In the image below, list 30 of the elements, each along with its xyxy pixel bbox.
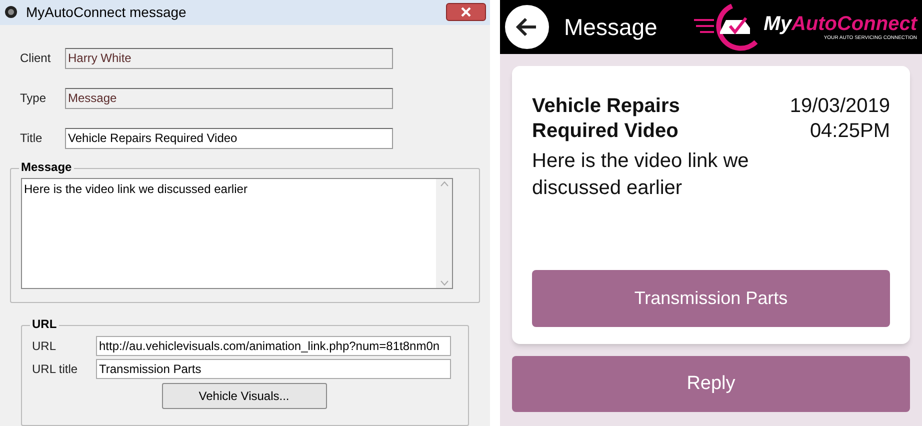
field-label: Type	[20, 90, 48, 108]
field-label: Title	[20, 130, 44, 148]
logo-text: MyAutoConnect	[764, 14, 917, 34]
group-label: Message	[19, 160, 74, 173]
window-title: MyAutoConnect message	[26, 2, 186, 22]
field-label: URL	[32, 338, 58, 356]
group-label: URL	[30, 318, 59, 330]
field-label: Client	[20, 50, 52, 68]
time-text: 04:25PM	[810, 119, 890, 144]
scroll-up-icon[interactable]	[440, 180, 448, 187]
text-field[interactable]: http://au.vehiclevisuals.com/animation_link.php?num=81t8nm0n	[96, 336, 451, 356]
app-icon	[4, 5, 18, 20]
link-button[interactable]: Transmission Parts	[532, 270, 890, 327]
close-icon	[461, 7, 471, 18]
header-title: Message	[564, 12, 658, 42]
message-text: Here is the video link we discussed earlier	[23, 180, 248, 198]
card-title: Vehicle Repairs Required Video	[532, 94, 681, 144]
reply-button[interactable]: Reply	[512, 356, 910, 412]
back-button[interactable]	[505, 5, 549, 49]
vehicle-visuals-button[interactable]: Vehicle Visuals...	[162, 383, 326, 410]
text-field[interactable]: Vehicle Repairs Required Video	[65, 128, 393, 149]
close-button[interactable]	[446, 3, 486, 22]
message-body: Here is the video link we discussed earlier	[532, 149, 750, 201]
date-text: 19/03/2019	[790, 94, 890, 119]
field-label: URL title	[32, 361, 79, 378]
message-textarea[interactable]: Here is the video link we discussed earlier	[21, 178, 453, 289]
scroll-down-icon[interactable]	[440, 280, 448, 286]
scrollbar[interactable]	[436, 178, 452, 288]
back-arrow-icon	[516, 17, 538, 37]
text-field[interactable]: Transmission Parts	[96, 359, 451, 380]
